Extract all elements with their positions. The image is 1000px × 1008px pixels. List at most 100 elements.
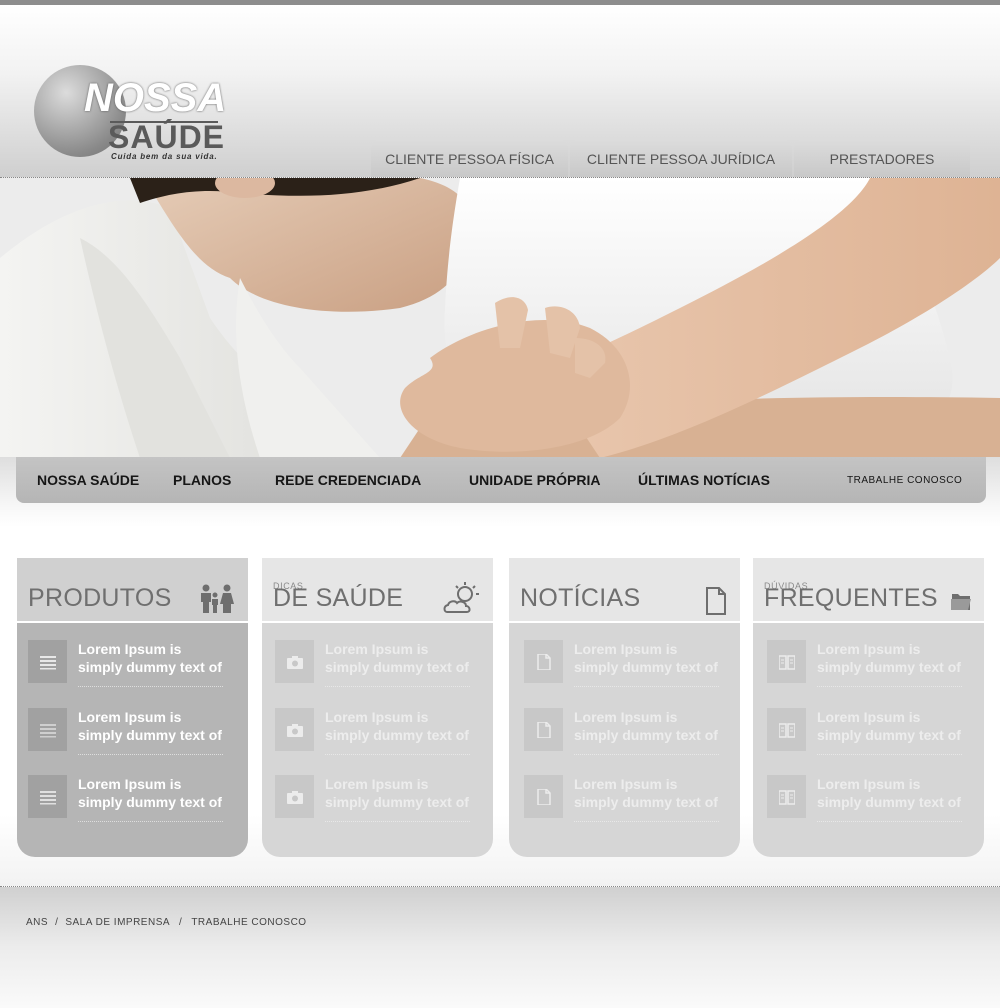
book-icon — [779, 723, 795, 738]
nav-planos[interactable]: PLANOS — [173, 472, 231, 488]
item-divider — [817, 821, 962, 822]
document-icon — [537, 789, 551, 805]
logo-name-line1: NOSSA — [84, 76, 227, 120]
list-item[interactable]: Lorem Ipsum is simply dummy text of — [28, 775, 238, 822]
site-logo[interactable]: NOSSA SAÚDE Cuida bem da sua vida. — [32, 60, 232, 170]
item-thumbnail — [28, 775, 67, 818]
item-thumbnail — [275, 708, 314, 751]
nav-nossa-saude[interactable]: NOSSA SAÚDE — [37, 472, 139, 488]
camera-icon — [287, 791, 303, 804]
footer: ANS / SALA DE IMPRENSA / TRABALHE CONOSCO — [0, 886, 1000, 1008]
footer-link-sala-de-imprensa[interactable]: SALA DE IMPRENSA — [65, 917, 170, 928]
item-divider — [78, 686, 223, 687]
tab-cliente-pessoa-juridica[interactable]: CLIENTE PESSOA JURÍDICA — [570, 140, 792, 177]
item-text[interactable]: Lorem Ipsum is simply dummy text of — [325, 640, 469, 676]
item-thumbnail — [275, 775, 314, 818]
hero-photo — [0, 178, 1000, 457]
item-text[interactable]: Lorem Ipsum is simply dummy text of — [574, 708, 718, 744]
item-thumbnail — [524, 640, 563, 683]
box-header: DICAS DE SAÚDE — [262, 558, 493, 622]
nav-trabalhe-conosco[interactable]: TRABALHE CONOSCO — [847, 475, 962, 486]
item-thumbnail — [28, 708, 67, 751]
list-item[interactable]: Lorem Ipsum is simply dummy text of — [275, 708, 485, 755]
nav-ultimas-noticias[interactable]: ÚLTIMAS NOTÍCIAS — [638, 472, 770, 488]
box-title: FREQUENTES — [764, 584, 938, 612]
item-divider — [574, 821, 719, 822]
book-icon — [779, 655, 795, 670]
duvidas-frequentes-box: DÚVIDAS FREQUENTES Lorem Ipsum is simply … — [753, 558, 984, 857]
weather-icon — [443, 582, 479, 613]
box-header: PRODUTOS — [17, 558, 248, 622]
document-icon — [537, 722, 551, 738]
hero-banner-image — [0, 177, 1000, 457]
tab-prestadores[interactable]: PRESTADORES — [794, 140, 970, 177]
list-item[interactable]: Lorem Ipsum is simply dummy text of — [524, 775, 734, 822]
item-divider — [78, 754, 223, 755]
box-body: Lorem Ipsum is simply dummy text of Lorem… — [17, 623, 248, 857]
nav-unidade-propria[interactable]: UNIDADE PRÓPRIA — [469, 472, 600, 488]
item-divider — [325, 821, 470, 822]
list-item[interactable]: Lorem Ipsum is simply dummy text of — [275, 775, 485, 822]
audience-tabs: CLIENTE PESSOA FÍSICA CLIENTE PESSOA JUR… — [371, 140, 970, 177]
list-icon — [40, 656, 56, 670]
document-icon — [537, 654, 551, 670]
footer-link-ans[interactable]: ANS — [26, 917, 48, 928]
box-header: DÚVIDAS FREQUENTES — [753, 558, 984, 622]
item-text[interactable]: Lorem Ipsum is simply dummy text of — [817, 775, 961, 811]
footer-links: ANS / SALA DE IMPRENSA / TRABALHE CONOSCO — [26, 917, 307, 928]
item-thumbnail — [524, 708, 563, 751]
item-divider — [574, 686, 719, 687]
produtos-box: PRODUTOS Lorem Ipsum is simply dummy text… — [17, 558, 248, 857]
item-text[interactable]: Lorem Ipsum is simply dummy text of — [325, 708, 469, 744]
list-item[interactable]: Lorem Ipsum is simply dummy text of — [524, 640, 734, 687]
family-icon — [201, 584, 234, 613]
dicas-de-saude-box: DICAS DE SAÚDE Lorem Ipsum is simply dumm… — [262, 558, 493, 857]
noticias-box: NOTÍCIAS Lorem Ipsum is simply dummy text… — [509, 558, 740, 857]
footer-separator: / — [179, 917, 183, 928]
box-body: Lorem Ipsum is simply dummy text of Lorem… — [753, 623, 984, 857]
box-body: Lorem Ipsum is simply dummy text of Lorem… — [509, 623, 740, 857]
item-text[interactable]: Lorem Ipsum is simply dummy text of — [574, 640, 718, 676]
item-thumbnail — [524, 775, 563, 818]
list-item[interactable]: Lorem Ipsum is simply dummy text of — [767, 708, 977, 755]
list-icon — [40, 791, 56, 805]
box-header: NOTÍCIAS — [509, 558, 740, 622]
item-text[interactable]: Lorem Ipsum is simply dummy text of — [78, 708, 222, 744]
document-icon — [706, 587, 726, 615]
item-text[interactable]: Lorem Ipsum is simply dummy text of — [325, 775, 469, 811]
box-title: NOTÍCIAS — [520, 584, 641, 612]
item-text[interactable]: Lorem Ipsum is simply dummy text of — [574, 775, 718, 811]
footer-link-trabalhe-conosco[interactable]: TRABALHE CONOSCO — [191, 917, 306, 928]
item-thumbnail — [28, 640, 67, 683]
item-text[interactable]: Lorem Ipsum is simply dummy text of — [78, 640, 222, 676]
camera-icon — [287, 656, 303, 669]
main-nav: NOSSA SAÚDE PLANOS REDE CREDENCIADA UNID… — [16, 457, 986, 503]
item-text[interactable]: Lorem Ipsum is simply dummy text of — [817, 708, 961, 744]
logo-name-line2: SAÚDE — [108, 119, 226, 155]
list-item[interactable]: Lorem Ipsum is simply dummy text of — [524, 708, 734, 755]
list-item[interactable]: Lorem Ipsum is simply dummy text of — [28, 708, 238, 755]
folder-icon — [951, 594, 971, 610]
box-body: Lorem Ipsum is simply dummy text of Lorem… — [262, 623, 493, 857]
list-item[interactable]: Lorem Ipsum is simply dummy text of — [28, 640, 238, 687]
main-nav-area: NOSSA SAÚDE PLANOS REDE CREDENCIADA UNID… — [0, 457, 1000, 527]
item-divider — [574, 754, 719, 755]
tab-cliente-pessoa-fisica[interactable]: CLIENTE PESSOA FÍSICA — [371, 140, 568, 177]
item-text[interactable]: Lorem Ipsum is simply dummy text of — [817, 640, 961, 676]
list-item[interactable]: Lorem Ipsum is simply dummy text of — [767, 775, 977, 822]
item-divider — [325, 686, 470, 687]
item-divider — [325, 754, 470, 755]
book-icon — [779, 790, 795, 805]
list-icon — [40, 724, 56, 738]
camera-icon — [287, 724, 303, 737]
item-thumbnail — [767, 640, 806, 683]
item-divider — [78, 821, 223, 822]
nav-rede-credenciada[interactable]: REDE CREDENCIADA — [275, 472, 421, 488]
logo-tagline: Cuida bem da sua vida. — [111, 152, 218, 161]
list-item[interactable]: Lorem Ipsum is simply dummy text of — [767, 640, 977, 687]
item-divider — [817, 754, 962, 755]
item-thumbnail — [275, 640, 314, 683]
item-text[interactable]: Lorem Ipsum is simply dummy text of — [78, 775, 222, 811]
box-title: DE SAÚDE — [273, 584, 404, 612]
list-item[interactable]: Lorem Ipsum is simply dummy text of — [275, 640, 485, 687]
